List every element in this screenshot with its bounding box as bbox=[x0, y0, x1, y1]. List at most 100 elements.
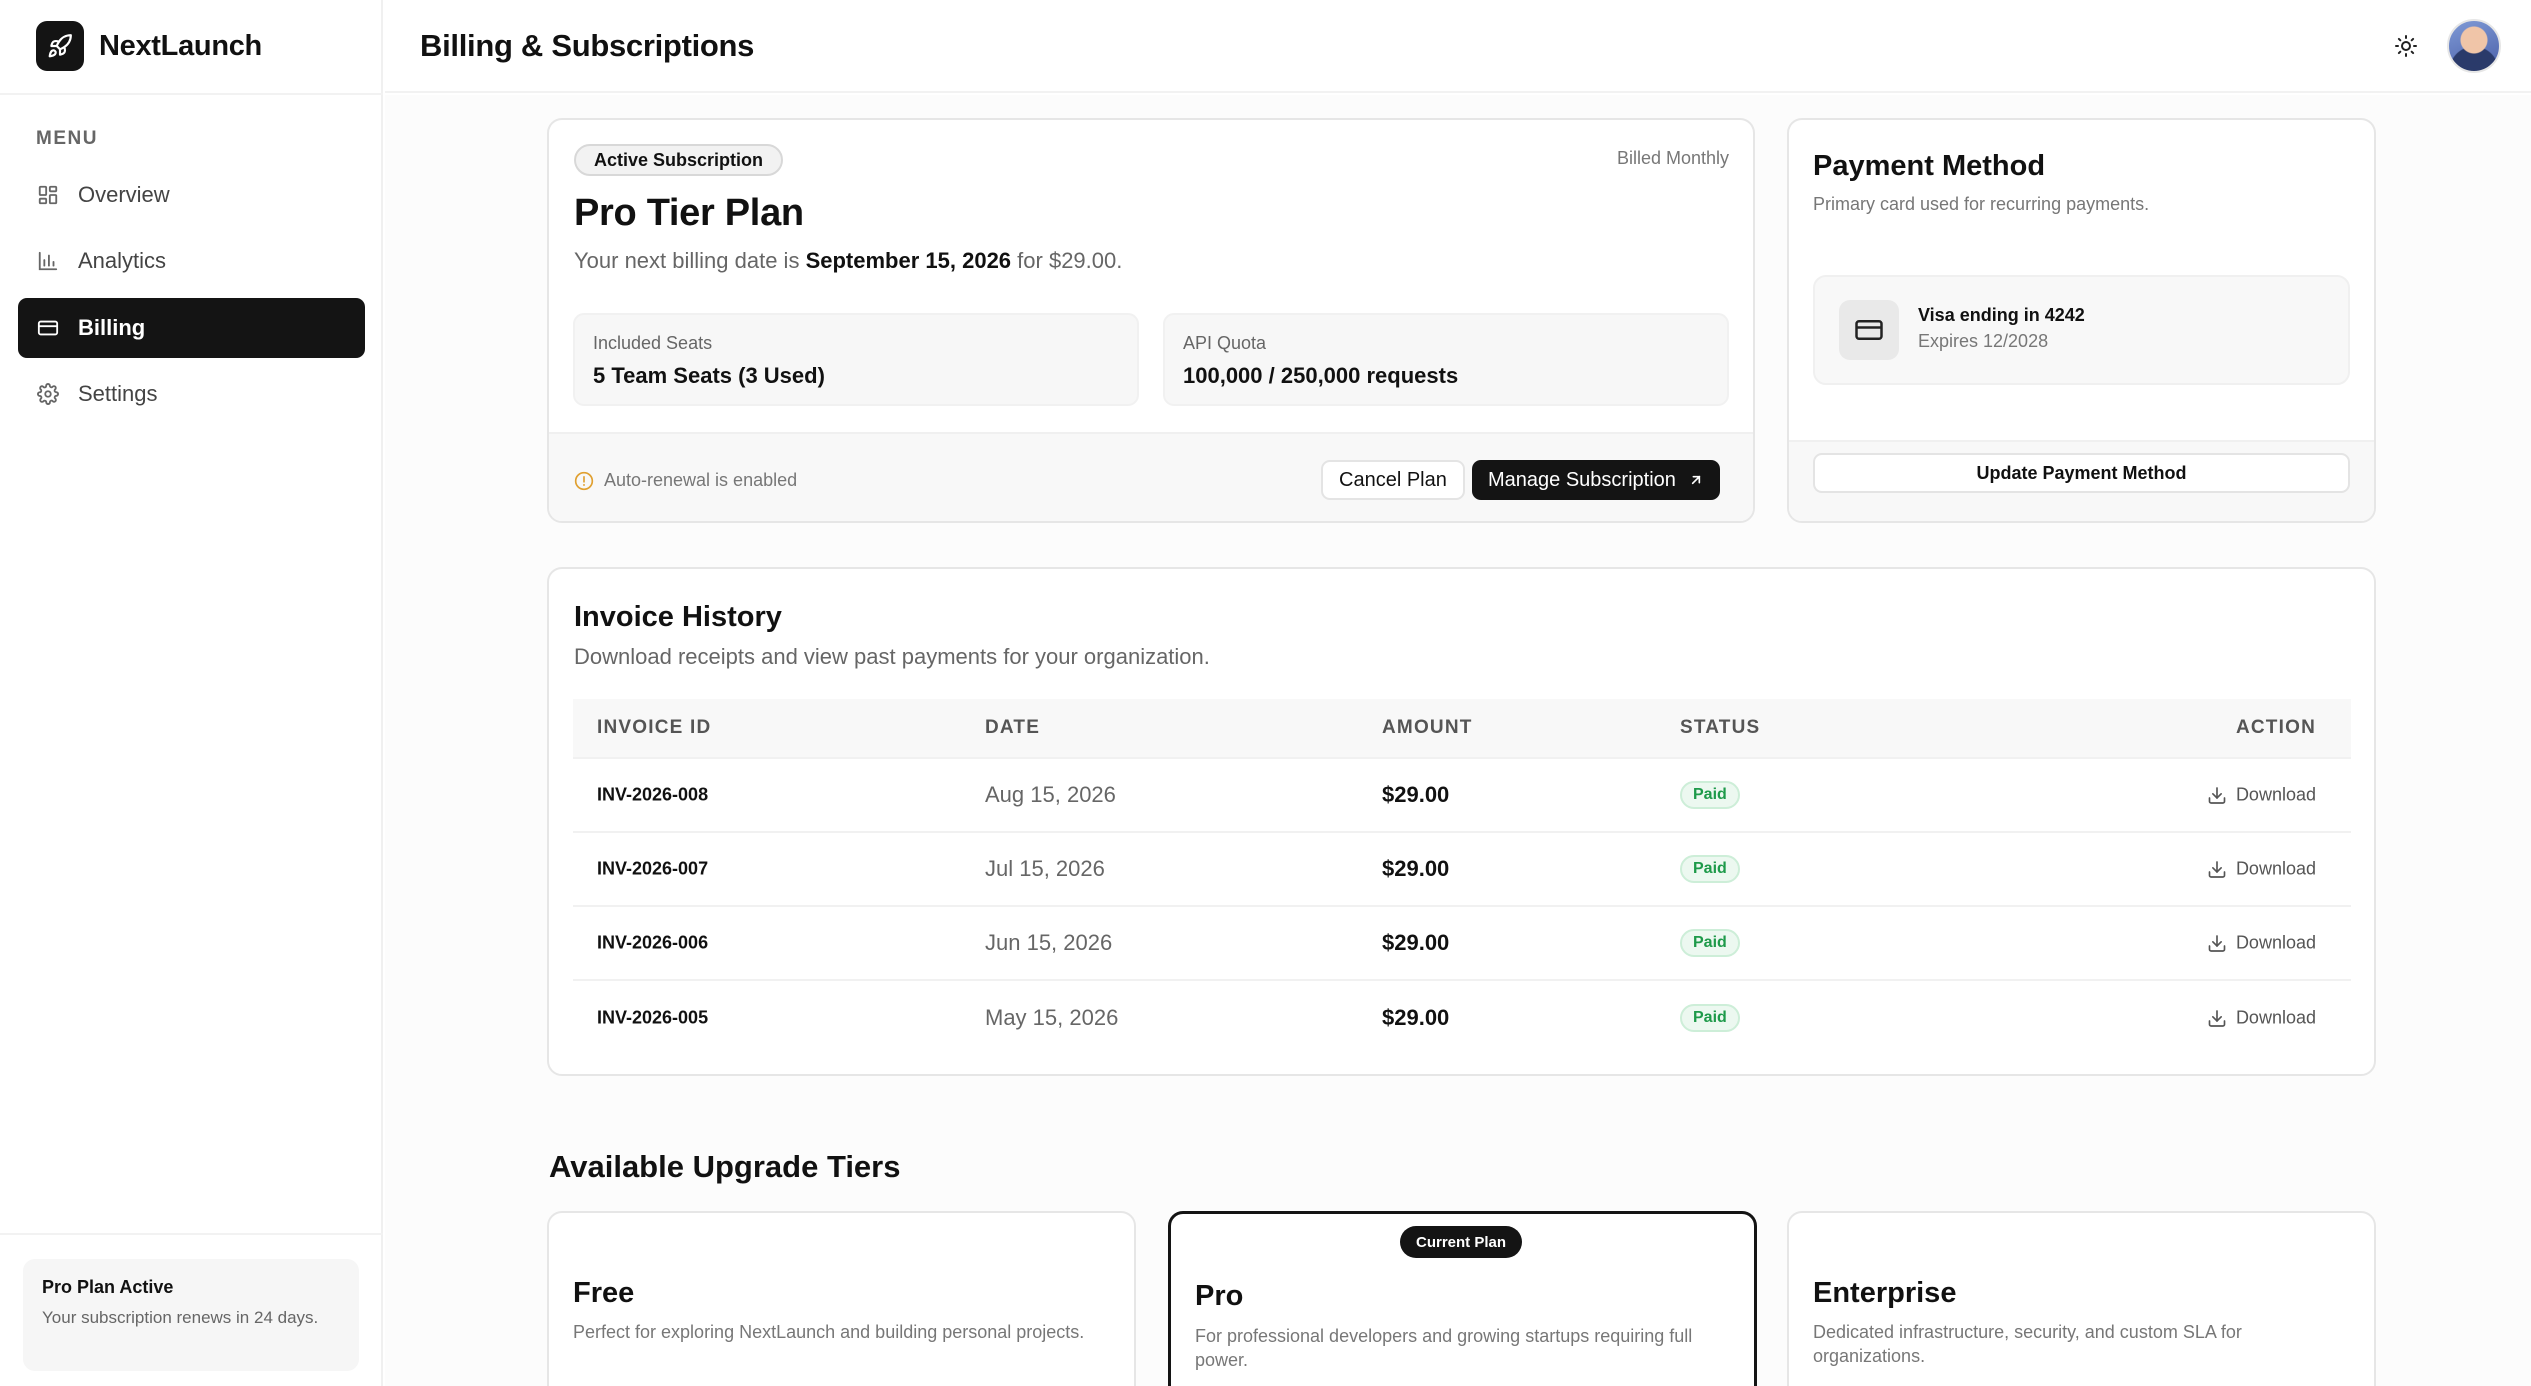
credit-card-icon bbox=[1839, 300, 1899, 360]
status-badge: Paid bbox=[1680, 1004, 1740, 1032]
invoice-id: INV-2026-007 bbox=[597, 858, 709, 879]
sidebar-item-settings[interactable]: Settings bbox=[18, 364, 365, 424]
invoice-title: Invoice History bbox=[574, 601, 782, 633]
sidebar-item-label: Settings bbox=[78, 381, 158, 406]
next-billing-text: Your next billing date is September 15, … bbox=[574, 248, 1122, 274]
billing-suffix: for $29.00. bbox=[1017, 248, 1123, 273]
tier-description: Perfect for exploring NextLaunch and bui… bbox=[573, 1322, 1085, 1342]
download-button[interactable]: Download bbox=[2207, 1008, 2316, 1029]
alert-circle-icon bbox=[574, 471, 594, 491]
table-header: INVOICE ID DATE AMOUNT STATUS ACTION bbox=[573, 699, 2351, 759]
invoice-date: Jul 15, 2026 bbox=[985, 856, 1105, 881]
page-title: Billing & Subscriptions bbox=[420, 28, 755, 63]
invoice-id: INV-2026-005 bbox=[597, 1007, 709, 1028]
billing-prefix: Your next billing date is bbox=[574, 248, 800, 273]
payment-footer: Update Payment Method bbox=[1789, 440, 2374, 521]
renewal-note: Auto-renewal is enabled bbox=[574, 470, 797, 491]
credit-card-icon bbox=[36, 316, 60, 340]
payment-title: Payment Method bbox=[1813, 150, 2046, 182]
download-button[interactable]: Download bbox=[2207, 785, 2316, 806]
tiers-section-title: Available Upgrade Tiers bbox=[549, 1149, 901, 1184]
tier-card-enterprise[interactable]: Enterprise Dedicated infrastructure, sec… bbox=[1787, 1211, 2376, 1386]
menu-heading: MENU bbox=[36, 128, 98, 149]
invoice-amount: $29.00 bbox=[1382, 930, 1450, 955]
plan-status-card: Pro Plan Active Your subscription renews… bbox=[23, 1259, 359, 1371]
table-row: INV-2026-005 May 15, 2026 $29.00 Paid Do… bbox=[573, 981, 2351, 1055]
manage-subscription-button[interactable]: Manage Subscription bbox=[1472, 460, 1720, 500]
current-plan-badge: Current Plan bbox=[1400, 1226, 1523, 1258]
download-icon bbox=[2207, 1008, 2227, 1028]
invoice-amount: $29.00 bbox=[1382, 856, 1450, 881]
subscription-card: Active Subscription Billed Monthly Pro T… bbox=[547, 118, 1755, 523]
update-payment-button[interactable]: Update Payment Method bbox=[1813, 453, 2350, 493]
stat-value: 5 Team Seats (3 Used) bbox=[593, 363, 825, 388]
sidebar-item-label: Billing bbox=[78, 315, 146, 340]
tier-description: Dedicated infrastructure, security, and … bbox=[1813, 1322, 2242, 1366]
download-icon bbox=[2207, 785, 2227, 805]
column-header-date: DATE bbox=[985, 717, 1041, 738]
billing-date: September 15, 2026 bbox=[805, 248, 1012, 273]
rocket-icon bbox=[36, 21, 84, 71]
arrow-up-right-icon bbox=[1688, 472, 1704, 488]
grid-icon bbox=[36, 183, 60, 207]
download-label: Download bbox=[2235, 932, 2316, 953]
column-header-action: ACTION bbox=[2235, 717, 2316, 738]
brand[interactable]: NextLaunch bbox=[36, 21, 262, 71]
payment-subtitle: Primary card used for recurring payments… bbox=[1813, 194, 2150, 214]
invoice-history-card: Invoice History Download receipts and vi… bbox=[547, 567, 2376, 1076]
api-quota-stat: API Quota 100,000 / 250,000 requests bbox=[1163, 313, 1729, 406]
stat-label: API Quota bbox=[1183, 333, 1267, 353]
payment-method-card: Payment Method Primary card used for rec… bbox=[1787, 118, 2376, 523]
column-header-invoice-id: INVOICE ID bbox=[597, 717, 712, 738]
download-button[interactable]: Download bbox=[2207, 859, 2316, 880]
sidebar: NextLaunch MENU Overview Analytics Billi… bbox=[0, 0, 383, 1386]
divider bbox=[0, 93, 383, 95]
saved-card: Visa ending in 4242 Expires 12/2028 bbox=[1813, 275, 2350, 385]
invoice-id: INV-2026-008 bbox=[597, 784, 709, 805]
sun-icon[interactable] bbox=[2390, 30, 2422, 62]
card-expiry: Expires 12/2028 bbox=[1918, 331, 2049, 351]
status-badge: Paid bbox=[1680, 781, 1740, 809]
bar-chart-icon bbox=[36, 249, 60, 273]
column-header-amount: AMOUNT bbox=[1382, 717, 1473, 738]
card-name: Visa ending in 4242 bbox=[1918, 305, 2085, 325]
invoice-id: INV-2026-006 bbox=[597, 932, 709, 953]
sidebar-item-billing[interactable]: Billing bbox=[18, 298, 365, 358]
manage-subscription-label: Manage Subscription bbox=[1488, 468, 1676, 491]
download-icon bbox=[2207, 933, 2227, 953]
top-header: Billing & Subscriptions bbox=[385, 0, 2531, 93]
column-header-status: STATUS bbox=[1680, 717, 1761, 738]
sidebar-item-analytics[interactable]: Analytics bbox=[18, 231, 365, 291]
invoice-table: INVOICE ID DATE AMOUNT STATUS ACTION INV… bbox=[573, 699, 2351, 1055]
billing-cycle-label: Billed Monthly bbox=[1616, 148, 1729, 168]
invoice-subtitle: Download receipts and view past payments… bbox=[574, 644, 1210, 669]
status-badge: Paid bbox=[1680, 855, 1740, 883]
sidebar-item-label: Analytics bbox=[78, 248, 167, 273]
invoice-date: Jun 15, 2026 bbox=[985, 930, 1113, 955]
brand-name: NextLaunch bbox=[99, 29, 262, 62]
download-label: Download bbox=[2235, 784, 2316, 805]
gear-icon bbox=[36, 382, 60, 406]
tier-description: For professional developers and growing … bbox=[1195, 1326, 1693, 1370]
tier-card-free[interactable]: Free Perfect for exploring NextLaunch an… bbox=[547, 1211, 1136, 1386]
sidebar-item-overview[interactable]: Overview bbox=[18, 165, 365, 225]
table-row: INV-2026-006 Jun 15, 2026 $29.00 Paid Do… bbox=[573, 907, 2351, 981]
tier-name: Pro bbox=[1195, 1280, 1244, 1312]
sidebar-item-label: Overview bbox=[78, 182, 170, 207]
invoice-amount: $29.00 bbox=[1382, 1005, 1450, 1030]
cancel-plan-button[interactable]: Cancel Plan bbox=[1321, 460, 1465, 500]
renewal-text: Auto-renewal is enabled bbox=[604, 470, 798, 490]
download-button[interactable]: Download bbox=[2207, 933, 2316, 954]
download-icon bbox=[2207, 859, 2227, 879]
tier-name: Free bbox=[573, 1277, 635, 1309]
status-badge: Active Subscription bbox=[574, 144, 784, 176]
tier-name: Enterprise bbox=[1813, 1277, 1957, 1309]
invoice-date: May 15, 2026 bbox=[985, 1005, 1119, 1030]
avatar[interactable] bbox=[2447, 19, 2501, 73]
invoice-amount: $29.00 bbox=[1382, 782, 1450, 807]
download-label: Download bbox=[2235, 1007, 2316, 1028]
seats-stat: Included Seats 5 Team Seats (3 Used) bbox=[573, 313, 1139, 406]
status-badge: Paid bbox=[1680, 929, 1740, 957]
table-row: INV-2026-007 Jul 15, 2026 $29.00 Paid Do… bbox=[573, 833, 2351, 907]
invoice-date: Aug 15, 2026 bbox=[985, 782, 1116, 807]
